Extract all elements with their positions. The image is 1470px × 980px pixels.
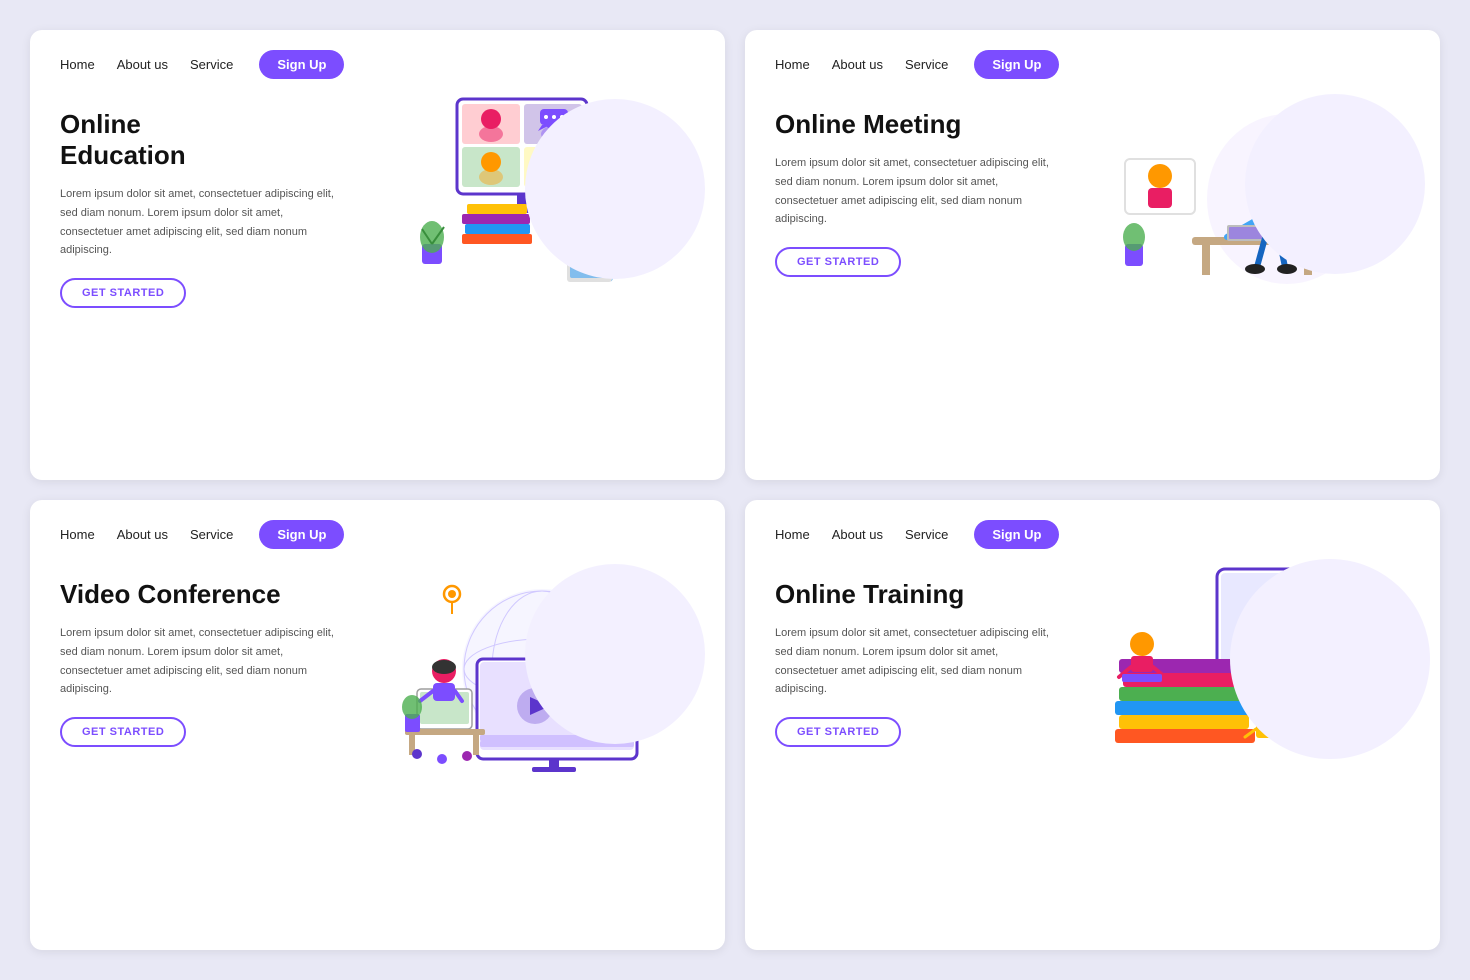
nav-signup-4[interactable]: Sign Up — [974, 520, 1059, 549]
nav-service-4[interactable]: Service — [905, 527, 948, 542]
cta-education[interactable]: GET STARTED — [60, 278, 186, 308]
nav-signup-1[interactable]: Sign Up — [259, 50, 344, 79]
nav-home-4[interactable]: Home — [775, 527, 810, 542]
nav-service-3[interactable]: Service — [190, 527, 233, 542]
title-training: Online Training — [775, 579, 1054, 610]
nav-meeting: Home About us Service Sign Up — [775, 50, 1410, 79]
nav-signup-3[interactable]: Sign Up — [259, 520, 344, 549]
nav-about-1[interactable]: About us — [117, 57, 168, 72]
title-meeting: Online Meeting — [775, 109, 1054, 140]
desc-meeting: Lorem ipsum dolor sit amet, consectetuer… — [775, 154, 1054, 229]
desc-conference: Lorem ipsum dolor sit amet, consectetuer… — [60, 624, 339, 699]
nav-conference: Home About us Service Sign Up — [60, 520, 695, 549]
nav-service-2[interactable]: Service — [905, 57, 948, 72]
desc-education: Lorem ipsum dolor sit amet, consectetuer… — [60, 185, 339, 260]
nav-service-1[interactable]: Service — [190, 57, 233, 72]
illustration-education — [349, 89, 695, 289]
card-online-training: Home About us Service Sign Up Online Tra… — [745, 500, 1440, 950]
title-education: OnlineEducation — [60, 109, 339, 171]
desc-training: Lorem ipsum dolor sit amet, consectetuer… — [775, 624, 1054, 699]
cta-conference[interactable]: GET STARTED — [60, 717, 186, 747]
cta-training[interactable]: GET STARTED — [775, 717, 901, 747]
nav-about-4[interactable]: About us — [832, 527, 883, 542]
nav-about-3[interactable]: About us — [117, 527, 168, 542]
nav-home-2[interactable]: Home — [775, 57, 810, 72]
illustration-conference — [349, 559, 695, 769]
illustration-meeting — [1064, 89, 1410, 289]
nav-home-3[interactable]: Home — [60, 527, 95, 542]
nav-signup-2[interactable]: Sign Up — [974, 50, 1059, 79]
nav-training: Home About us Service Sign Up — [775, 520, 1410, 549]
illustration-training — [1064, 559, 1410, 769]
main-grid: Home About us Service Sign Up OnlineEduc… — [0, 0, 1470, 980]
card-video-conference: Home About us Service Sign Up Video Conf… — [30, 500, 725, 950]
card-online-meeting: Home About us Service Sign Up Online Mee… — [745, 30, 1440, 480]
nav-home-1[interactable]: Home — [60, 57, 95, 72]
nav-education: Home About us Service Sign Up — [60, 50, 695, 79]
cta-meeting[interactable]: GET STARTED — [775, 247, 901, 277]
nav-about-2[interactable]: About us — [832, 57, 883, 72]
card-online-education: Home About us Service Sign Up OnlineEduc… — [30, 30, 725, 480]
title-conference: Video Conference — [60, 579, 339, 610]
